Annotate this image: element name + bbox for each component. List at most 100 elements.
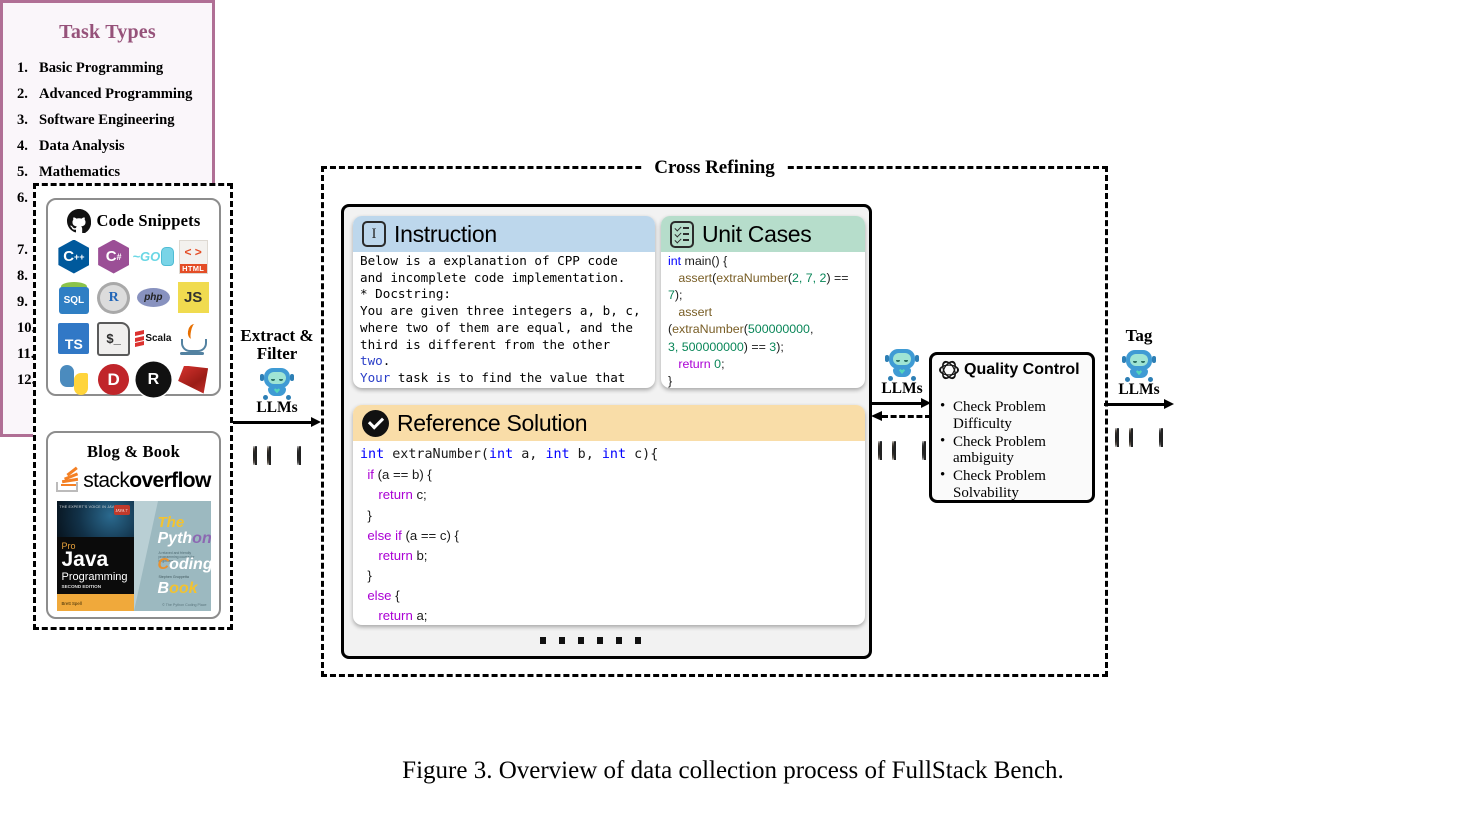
java-icon bbox=[177, 322, 210, 355]
task-type-label: Advanced Programming bbox=[39, 85, 193, 102]
unit-cases-code: int main() { assert(extraNumber(2, 7, 2)… bbox=[668, 254, 849, 388]
code-snippets-card: Code Snippets C ++ C # ~GO < > HTML SQL R p… bbox=[46, 198, 221, 396]
stackoverflow-icon bbox=[56, 466, 79, 492]
book-line2: Java bbox=[61, 548, 109, 571]
pro-java-programming-book: THE EXPERT'S VOICE IN JAVA JAVA 7 Pro Ja… bbox=[56, 501, 134, 611]
book-badge: JAVA 7 bbox=[113, 505, 130, 515]
cross-refining-panel-container: I Instruction Below is a explanation of … bbox=[341, 204, 872, 659]
go-icon: ~GO bbox=[132, 240, 175, 273]
quality-control-check: Check Problem Difficulty bbox=[940, 398, 1087, 433]
task-type-label: Mathematics bbox=[39, 163, 121, 180]
reference-solution-panel-body: int extraNumber(int a, int b, int c){ if… bbox=[353, 441, 865, 625]
book-line2b: on bbox=[192, 530, 211, 547]
ruby-icon bbox=[177, 363, 210, 396]
unit-cases-panel[interactable]: Unit Cases int main() { assert(extraNumb… bbox=[661, 216, 865, 388]
typescript-icon: TS bbox=[57, 322, 90, 355]
unit-cases-panel-header: Unit Cases bbox=[661, 216, 865, 252]
book-line2a: Pyth bbox=[157, 530, 193, 547]
quality-control-box: Quality Control Check Problem Difficulty… bbox=[929, 352, 1095, 503]
javascript-icon: JS bbox=[177, 281, 210, 314]
r-icon: R bbox=[97, 281, 131, 314]
extract-filter-arrow-group: Extract & Filter LLMs bbox=[233, 326, 321, 465]
stackoverflow-bold: overflow bbox=[129, 469, 211, 492]
quality-control-check: Check Problem Solvability bbox=[940, 467, 1087, 502]
html-icon: < > HTML bbox=[177, 239, 210, 274]
instruction-line: occurs exactly once. bbox=[360, 387, 512, 388]
people-icon bbox=[253, 429, 301, 465]
reference-solution-panel[interactable]: Reference Solution int extraNumber(int a… bbox=[353, 405, 865, 625]
book-author: Brett Spell bbox=[61, 601, 82, 606]
more-panels-indicator bbox=[540, 637, 641, 644]
rust-icon: R bbox=[137, 363, 170, 396]
book-line4a: B bbox=[157, 580, 170, 597]
tag-llms-label: LLMs bbox=[1118, 381, 1160, 399]
list-item: 4. Data Analysis bbox=[17, 134, 212, 160]
instruction-line: where two of them are equal, and the bbox=[360, 319, 633, 335]
task-type-number: 5. bbox=[17, 163, 28, 180]
robot-icon bbox=[882, 345, 922, 381]
quality-control-check: Check Problem ambiguity bbox=[940, 433, 1087, 468]
instruction-line: . bbox=[382, 353, 391, 369]
instruction-line: task is to find the value that bbox=[390, 370, 626, 386]
task-type-label: Software Engineering bbox=[39, 111, 175, 128]
task-type-number: 4. bbox=[17, 137, 28, 154]
extract-filter-label: Extract & Filter bbox=[240, 326, 314, 364]
task-type-number: 3. bbox=[17, 111, 28, 128]
list-item: 1. Basic Programming bbox=[17, 56, 212, 82]
task-type-label: Data Analysis bbox=[39, 137, 125, 154]
book-line3: Programming bbox=[61, 571, 128, 583]
figure-caption: Figure 3. Overview of data collection pr… bbox=[402, 757, 1064, 784]
data-sources-group: Code Snippets C ++ C # ~GO < > HTML SQL R p… bbox=[33, 183, 233, 630]
sql-icon: SQL bbox=[57, 281, 90, 314]
book-line4b: ook bbox=[169, 580, 198, 597]
code-snippets-title: Code Snippets bbox=[96, 211, 201, 230]
task-type-label: Basic Programming bbox=[39, 60, 164, 76]
tag-label: Tag bbox=[1125, 326, 1153, 345]
tag-arrow-group: Tag LLMs bbox=[1104, 326, 1174, 447]
reference-solution-code: int extraNumber(int a, int b, int c){ if… bbox=[360, 447, 659, 623]
instruction-keyword: Your bbox=[360, 370, 391, 386]
unit-cases-panel-body: int main() { assert(extraNumber(2, 7, 2)… bbox=[661, 252, 865, 388]
book-publisher: © The Python Coding Place bbox=[162, 603, 207, 607]
instruction-line: Below is a explanation of CPP code bbox=[360, 253, 618, 268]
book-line1: The bbox=[157, 514, 185, 531]
instruction-keyword: two bbox=[360, 353, 383, 369]
book-author: Stephen Gruppetta bbox=[158, 575, 189, 579]
python-icon bbox=[57, 363, 90, 396]
refine-arrow-forward bbox=[871, 397, 933, 409]
instruction-panel[interactable]: I Instruction Below is a explanation of … bbox=[353, 216, 655, 388]
quality-control-header: Quality Control bbox=[932, 355, 1092, 382]
language-icon-grid: C ++ C # ~GO < > HTML SQL R php JS TS $_ Sc… bbox=[48, 233, 219, 396]
list-item: 3. Software Engineering bbox=[17, 108, 212, 134]
book-covers: THE EXPERT'S VOICE IN JAVA JAVA 7 Pro Ja… bbox=[48, 501, 219, 611]
instruction-line: and incomplete code implementation. bbox=[360, 269, 626, 285]
instruction-line: You are given three integers a, b, c, bbox=[360, 303, 641, 319]
instruction-line: * Docstring: bbox=[360, 286, 451, 302]
list-item: 5. Mathematics bbox=[17, 160, 212, 186]
book-line3a: C bbox=[157, 556, 170, 573]
task-type-number: 2. bbox=[17, 85, 28, 102]
book-edition: SECOND EDITION bbox=[61, 584, 102, 589]
instruction-panel-body: Below is a explanation of CPP code and i… bbox=[353, 252, 655, 388]
instruction-panel-header: I Instruction bbox=[353, 216, 655, 252]
refine-arrow-group: LLMs bbox=[871, 344, 933, 460]
instruction-panel-title: Instruction bbox=[394, 220, 497, 247]
people-icon bbox=[878, 424, 926, 460]
book-line3b: oding bbox=[169, 556, 211, 573]
shell-icon: $_ bbox=[97, 321, 131, 356]
check-circle-icon bbox=[362, 409, 389, 437]
list-item: 2. Advanced Programming bbox=[17, 82, 212, 108]
github-icon bbox=[66, 209, 91, 233]
extract-filter-arrow bbox=[233, 416, 321, 428]
robot-icon bbox=[257, 364, 297, 401]
scala-icon: Scala bbox=[135, 322, 171, 355]
checklist-icon bbox=[670, 220, 694, 248]
the-python-coding-book: The Python A relaxed and friendly progra… bbox=[133, 501, 211, 611]
unit-cases-panel-title: Unit Cases bbox=[702, 220, 812, 247]
openai-icon bbox=[939, 358, 959, 382]
cpp-icon: C ++ bbox=[57, 239, 90, 274]
task-types-title: Task Types bbox=[59, 21, 156, 43]
php-icon: php bbox=[136, 281, 170, 314]
cross-refining-title: Cross Refining bbox=[644, 157, 785, 179]
instruction-icon: I bbox=[362, 221, 386, 247]
